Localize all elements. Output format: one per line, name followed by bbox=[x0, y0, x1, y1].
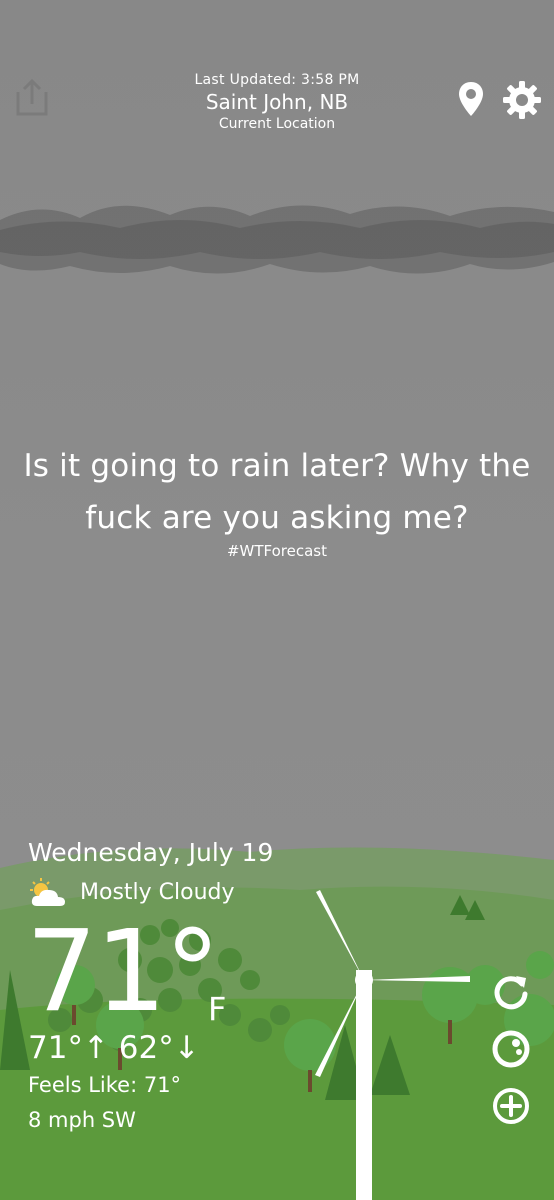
gear-icon bbox=[503, 81, 541, 119]
hashtag-text: #WTForecast bbox=[226, 542, 328, 560]
wind-speed: 8 mph SW bbox=[28, 1108, 136, 1132]
current-location-label: Current Location bbox=[218, 116, 336, 132]
location-button[interactable] bbox=[457, 80, 485, 118]
forecast-date: Wednesday, July 19 bbox=[28, 838, 274, 867]
plus-circle-icon bbox=[493, 1088, 529, 1124]
radar-button[interactable] bbox=[488, 1026, 534, 1072]
settings-button[interactable] bbox=[502, 80, 542, 120]
storm-cloud-band bbox=[0, 205, 554, 274]
map-pin-icon bbox=[459, 82, 483, 116]
high-low-temperature: 71°↑ 62°↓ bbox=[28, 1030, 200, 1066]
weather-condition: Mostly Cloudy bbox=[80, 880, 235, 905]
feels-like-temperature: Feels Like: 71° bbox=[28, 1073, 182, 1097]
refresh-icon bbox=[494, 976, 528, 1010]
temperature-unit[interactable]: F bbox=[208, 990, 226, 1028]
refresh-button[interactable] bbox=[490, 970, 532, 1012]
current-temperature: 71° bbox=[26, 907, 221, 1037]
partly-cloudy-icon bbox=[30, 878, 65, 906]
add-location-button[interactable] bbox=[491, 1086, 531, 1126]
radar-icon bbox=[492, 1030, 530, 1068]
forecast-quote: Is it going to rain later? Why the fuck … bbox=[23, 448, 531, 536]
